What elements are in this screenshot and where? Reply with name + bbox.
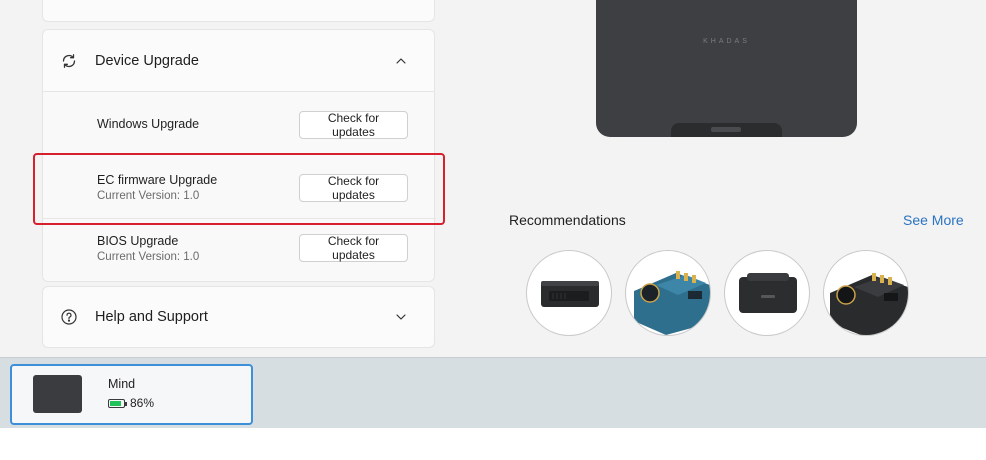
device-card-mind[interactable]: Mind 86% — [10, 364, 253, 425]
device-bar: Mind 86% — [0, 357, 986, 428]
device-upgrade-header[interactable]: Device Upgrade — [42, 29, 435, 92]
battery-status: 86% — [108, 396, 154, 410]
device-upgrade-title: Device Upgrade — [95, 52, 199, 69]
app-window: Device Upgrade Windows Upgrade Check for… — [0, 0, 986, 428]
upgrade-title: Windows Upgrade — [97, 117, 200, 131]
device-thumbnail — [33, 375, 82, 413]
help-icon — [59, 307, 79, 327]
chevron-down-icon[interactable] — [394, 310, 408, 324]
help-support-title: Help and Support — [95, 309, 208, 325]
recommendation-item[interactable] — [526, 250, 612, 336]
device-stand — [671, 123, 782, 137]
refresh-icon — [59, 51, 79, 71]
upgrade-current-version: Current Version: 1.0 — [97, 251, 200, 263]
upgrade-row-bios: BIOS Upgrade Current Version: 1.0 Check … — [43, 219, 436, 281]
recommendation-item[interactable] — [625, 250, 711, 336]
board-dark-icon — [824, 273, 908, 335]
board-blue-icon — [626, 271, 710, 335]
dock-icon — [725, 273, 809, 335]
upgrade-title: BIOS Upgrade — [97, 234, 179, 248]
background-below — [0, 428, 986, 460]
device-image: KHADAS — [596, 0, 857, 137]
recommendations-title: Recommendations — [509, 212, 626, 228]
chevron-up-icon[interactable] — [394, 54, 408, 68]
battery-icon — [108, 398, 127, 408]
see-more-link[interactable]: See More — [903, 212, 964, 228]
recommendation-item[interactable] — [724, 250, 810, 336]
battery-percent: 86% — [130, 396, 155, 410]
recommendation-item[interactable] — [823, 250, 909, 336]
battery-level-fill — [110, 400, 121, 406]
help-support-header[interactable]: Help and Support — [42, 286, 435, 348]
upgrade-row-windows: Windows Upgrade Check for updates — [43, 92, 436, 154]
mini-pc-icon — [527, 281, 611, 335]
highlight-box — [33, 153, 445, 225]
check-updates-bios-button[interactable]: Check for updates — [299, 234, 408, 262]
check-updates-windows-button[interactable]: Check for updates — [299, 111, 408, 139]
settings-card-partial — [42, 0, 435, 22]
device-logo: KHADAS — [703, 38, 750, 45]
device-name: Mind — [108, 377, 136, 391]
